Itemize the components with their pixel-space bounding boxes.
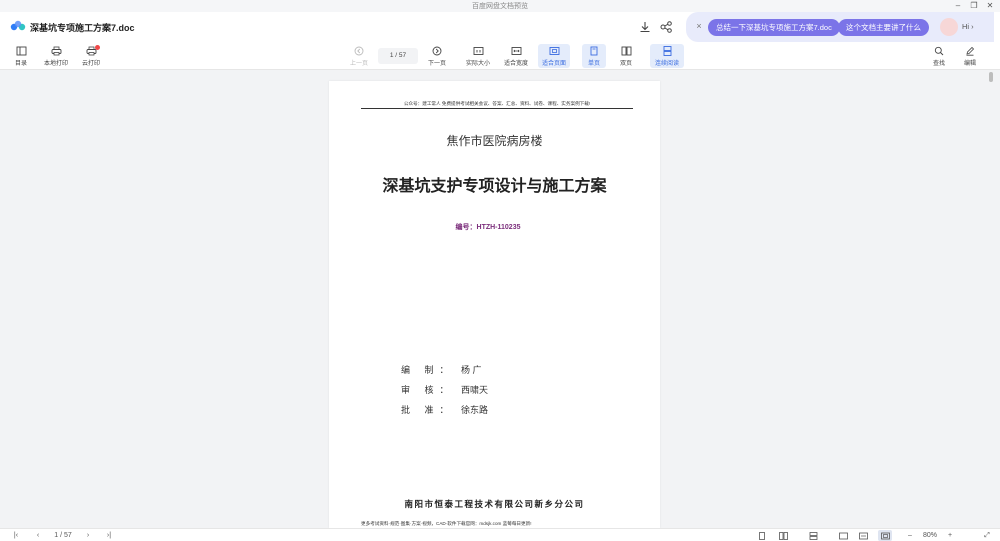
ai-bar-close-button[interactable]: ×: [694, 21, 704, 31]
fit-width-icon: [858, 532, 868, 540]
fit-page-small-button[interactable]: [878, 530, 892, 541]
share-icon[interactable]: [659, 20, 673, 34]
signature-role: 编 制：: [401, 365, 455, 375]
signature-row: 批 准： 徐东路: [401, 403, 488, 416]
continuous-read-icon: [809, 532, 817, 540]
prev-page-small-button[interactable]: ‹: [32, 530, 44, 541]
scrollbar-thumb[interactable]: [989, 72, 993, 82]
signature-name: 杨 广: [461, 365, 482, 375]
download-icon[interactable]: [638, 20, 652, 34]
ai-assistant-bar: × 总结一下深基坑专项施工方案7.doc 这个文档主要讲了什么 Hi ›: [686, 12, 994, 42]
doc-main-title: 深基坑支护专项设计与施工方案: [382, 178, 607, 195]
fit-page-button[interactable]: 适合页面: [538, 44, 570, 68]
os-title-bar: 百度网盘文档预览 – ❐ ✕: [0, 0, 1000, 12]
actual-size-label: 实际大小: [465, 61, 490, 67]
cloud-print-label: 云打印: [81, 61, 100, 67]
running-footer: 更多考试资料·规范·图集·方案·视频，CAD·软件下载官网：mdsjk.com …: [361, 521, 532, 526]
actual-size-icon: [838, 532, 848, 540]
cloud-print-button[interactable]: 云打印: [78, 44, 104, 68]
view-continuous-button[interactable]: [806, 530, 820, 541]
double-page-label: 双页: [619, 61, 632, 67]
last-page-button[interactable]: ›|: [102, 530, 116, 541]
chevron-left-circle-icon: [354, 46, 364, 56]
edit-label: 编辑: [963, 61, 976, 67]
toolbar: 目录 本地打印 云打印 上一页 1 / 57 下一页 实际大小 适合宽度 适合页…: [0, 42, 1000, 70]
document-page: 公众号：建工常人 免费提供考试相关会议、答案、汇总、资料、试卷、课程、实务案例下…: [329, 81, 660, 528]
search-icon: [934, 46, 944, 56]
next-page-button[interactable]: 下一页: [423, 44, 451, 68]
signature-name: 徐东路: [461, 405, 489, 415]
baidu-netdisk-logo-icon: [10, 20, 26, 31]
continuous-read-icon: [663, 46, 671, 56]
notification-dot: [95, 45, 100, 50]
close-button[interactable]: ✕: [982, 0, 998, 12]
toc-icon: [16, 46, 26, 56]
printer-icon: [51, 46, 61, 56]
single-page-button[interactable]: 单页: [582, 44, 606, 68]
actual-size-small-button[interactable]: [836, 530, 850, 541]
continuous-read-button[interactable]: 连续阅读: [650, 44, 684, 68]
view-double-button[interactable]: [776, 530, 790, 541]
fit-width-button[interactable]: 适合宽度: [500, 44, 532, 68]
bottom-bar: |‹ ‹ 1 / 57 › ›| – 80% + ⤢: [0, 528, 1000, 541]
minimize-button[interactable]: –: [950, 0, 966, 12]
zoom-level[interactable]: 80%: [920, 530, 940, 541]
double-page-button[interactable]: 双页: [614, 44, 638, 68]
find-label: 查找: [932, 61, 945, 67]
fit-page-icon: [549, 47, 559, 55]
actual-size-icon: [473, 47, 483, 55]
zoom-in-button[interactable]: +: [944, 530, 956, 541]
doc-code: 编号：HTZH-110235: [455, 224, 521, 231]
fit-page-icon: [880, 532, 890, 540]
single-page-label: 单页: [587, 61, 600, 67]
chevron-right-circle-icon: [432, 46, 442, 56]
single-page-icon: [590, 46, 598, 56]
window-title: 百度网盘文档预览: [472, 3, 528, 10]
signature-row: 审 核： 西啸天: [401, 383, 488, 396]
fit-width-icon: [511, 47, 521, 55]
ai-avatar-icon[interactable]: [940, 18, 958, 36]
toc-label: 目录: [14, 61, 27, 67]
actual-size-button[interactable]: 实际大小: [462, 44, 494, 68]
prev-page-button[interactable]: 上一页: [345, 44, 373, 68]
single-page-icon: [759, 532, 765, 540]
running-header: 公众号：建工常人 免费提供考试相关会议、答案、汇总、资料、试卷、课程、实务案例下…: [403, 101, 591, 106]
page-indicator[interactable]: 1 / 57: [378, 48, 418, 64]
local-print-button[interactable]: 本地打印: [40, 44, 72, 68]
restore-button[interactable]: ❐: [966, 0, 982, 12]
bottom-page-indicator[interactable]: 1 / 57: [48, 530, 78, 541]
fit-page-label: 适合页面: [541, 61, 566, 67]
next-page-label: 下一页: [427, 61, 446, 67]
toc-button[interactable]: 目录: [8, 44, 34, 68]
find-button[interactable]: 查找: [928, 44, 950, 68]
double-page-icon: [621, 46, 631, 56]
signature-role: 审 核：: [401, 385, 455, 395]
ai-hi-button[interactable]: Hi ›: [962, 22, 974, 31]
signature-row: 编 制： 杨 广: [401, 363, 482, 376]
signature-role: 批 准：: [401, 405, 455, 415]
signature-name: 西啸天: [461, 385, 489, 395]
view-single-button[interactable]: [756, 530, 768, 541]
header-rule: [361, 108, 633, 109]
ai-chip-ask[interactable]: 这个文档主要讲了什么: [838, 19, 929, 36]
local-print-label: 本地打印: [43, 61, 68, 67]
double-page-icon: [778, 532, 788, 540]
fullscreen-button[interactable]: ⤢: [980, 530, 994, 541]
fit-width-small-button[interactable]: [856, 530, 870, 541]
document-title: 深基坑专项施工方案7.doc: [30, 23, 135, 33]
edit-button[interactable]: 编辑: [959, 44, 981, 68]
vertical-scrollbar[interactable]: [988, 70, 994, 528]
ai-chip-summary[interactable]: 总结一下深基坑专项施工方案7.doc: [708, 19, 840, 36]
first-page-button[interactable]: |‹: [10, 530, 22, 541]
prev-page-label: 上一页: [349, 61, 368, 67]
pencil-icon: [966, 46, 975, 56]
zoom-out-button[interactable]: –: [904, 530, 916, 541]
next-page-small-button[interactable]: ›: [82, 530, 94, 541]
fit-width-label: 适合宽度: [503, 61, 528, 67]
doc-subtitle: 焦作市医院病房楼: [446, 134, 543, 148]
continuous-read-label: 连续阅读: [654, 61, 679, 67]
company-name: 南阳市恒泰工程技术有限公司新乡分公司: [404, 500, 585, 510]
